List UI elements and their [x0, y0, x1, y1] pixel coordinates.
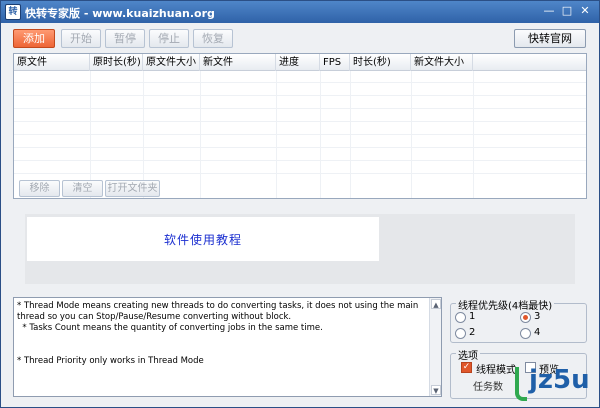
col-source-file[interactable]: 原文件: [14, 54, 90, 71]
app-window: 转 快转专家版 - www.kuaizhuan.org — □ ✕ 添加 开始 …: [0, 0, 600, 408]
col-source-duration[interactable]: 原时长(秒): [90, 54, 143, 71]
col-duration[interactable]: 时长(秒): [350, 54, 411, 71]
table-row: [14, 149, 586, 161]
clear-button[interactable]: 清空: [62, 180, 103, 197]
priority-radio-4[interactable]: [520, 328, 531, 339]
table-row: [14, 71, 586, 83]
col-new-size[interactable]: 新文件大小: [411, 54, 473, 71]
priority-radio-2[interactable]: [455, 328, 466, 339]
table-row: [14, 123, 586, 135]
website-button[interactable]: 快转官网: [514, 29, 586, 48]
watermark-text: jz5u: [529, 365, 590, 395]
toolbar: 添加 开始 暂停 停止 恢复 快转官网: [1, 23, 599, 53]
log-scrollbar[interactable]: ▲ ▼: [429, 298, 441, 396]
priority-label-1: 1: [469, 311, 476, 322]
options-title: 选项: [456, 347, 480, 362]
table-row: [14, 84, 586, 96]
col-fps[interactable]: FPS: [320, 54, 350, 71]
log-text: * Thread Mode means creating new threads…: [17, 301, 419, 366]
table-row: [14, 97, 586, 109]
table-row: [14, 110, 586, 122]
table-row: [14, 162, 586, 174]
pause-button[interactable]: 暂停: [105, 29, 145, 48]
minimize-button[interactable]: —: [541, 4, 557, 19]
open-folder-button[interactable]: 打开文件夹: [105, 180, 160, 197]
tasks-count-label: 任务数: [473, 382, 503, 393]
watermark-logo-icon: [515, 367, 527, 401]
thread-priority-title: 线程优先级(4档最快): [456, 297, 555, 312]
thread-mode-checkbox[interactable]: ✓: [461, 362, 472, 373]
stop-button[interactable]: 停止: [149, 29, 189, 48]
remove-button[interactable]: 移除: [19, 180, 60, 197]
scroll-up-icon[interactable]: ▲: [431, 299, 441, 309]
scroll-down-icon[interactable]: ▼: [431, 385, 441, 395]
site-watermark: jz5u: [507, 361, 597, 407]
tutorial-banner[interactable]: 软件使用教程: [27, 217, 379, 261]
priority-label-2: 2: [469, 327, 476, 338]
priority-label-4: 4: [534, 327, 541, 338]
col-progress[interactable]: 进度: [276, 54, 320, 71]
table-header: 原文件 原时长(秒) 原文件大小 新文件 进度 FPS 时长(秒) 新文件大小: [14, 54, 586, 71]
priority-label-3: 3: [534, 311, 541, 322]
app-icon: 转: [5, 4, 21, 20]
window-title: 快转专家版 - www.kuaizhuan.org: [25, 7, 215, 20]
col-source-size[interactable]: 原文件大小: [143, 54, 200, 71]
title-bar[interactable]: 转 快转专家版 - www.kuaizhuan.org — □ ✕: [1, 1, 599, 23]
info-log[interactable]: * Thread Mode means creating new threads…: [13, 297, 442, 397]
close-button[interactable]: ✕: [577, 4, 593, 19]
resume-button[interactable]: 恢复: [193, 29, 233, 48]
priority-radio-1[interactable]: [455, 312, 466, 323]
preview-area: 软件使用教程: [25, 214, 575, 284]
priority-radio-3[interactable]: [520, 312, 531, 323]
add-button[interactable]: 添加: [13, 29, 55, 48]
table-row: [14, 136, 586, 148]
thread-priority-group: 线程优先级(4档最快) 1 3 2 4: [450, 297, 587, 343]
banner-text: 软件使用教程: [163, 233, 242, 247]
start-button[interactable]: 开始: [61, 29, 101, 48]
maximize-button[interactable]: □: [559, 4, 575, 19]
col-new-file[interactable]: 新文件: [200, 54, 276, 71]
file-table[interactable]: 原文件 原时长(秒) 原文件大小 新文件 进度 FPS 时长(秒) 新文件大小 …: [13, 53, 587, 199]
